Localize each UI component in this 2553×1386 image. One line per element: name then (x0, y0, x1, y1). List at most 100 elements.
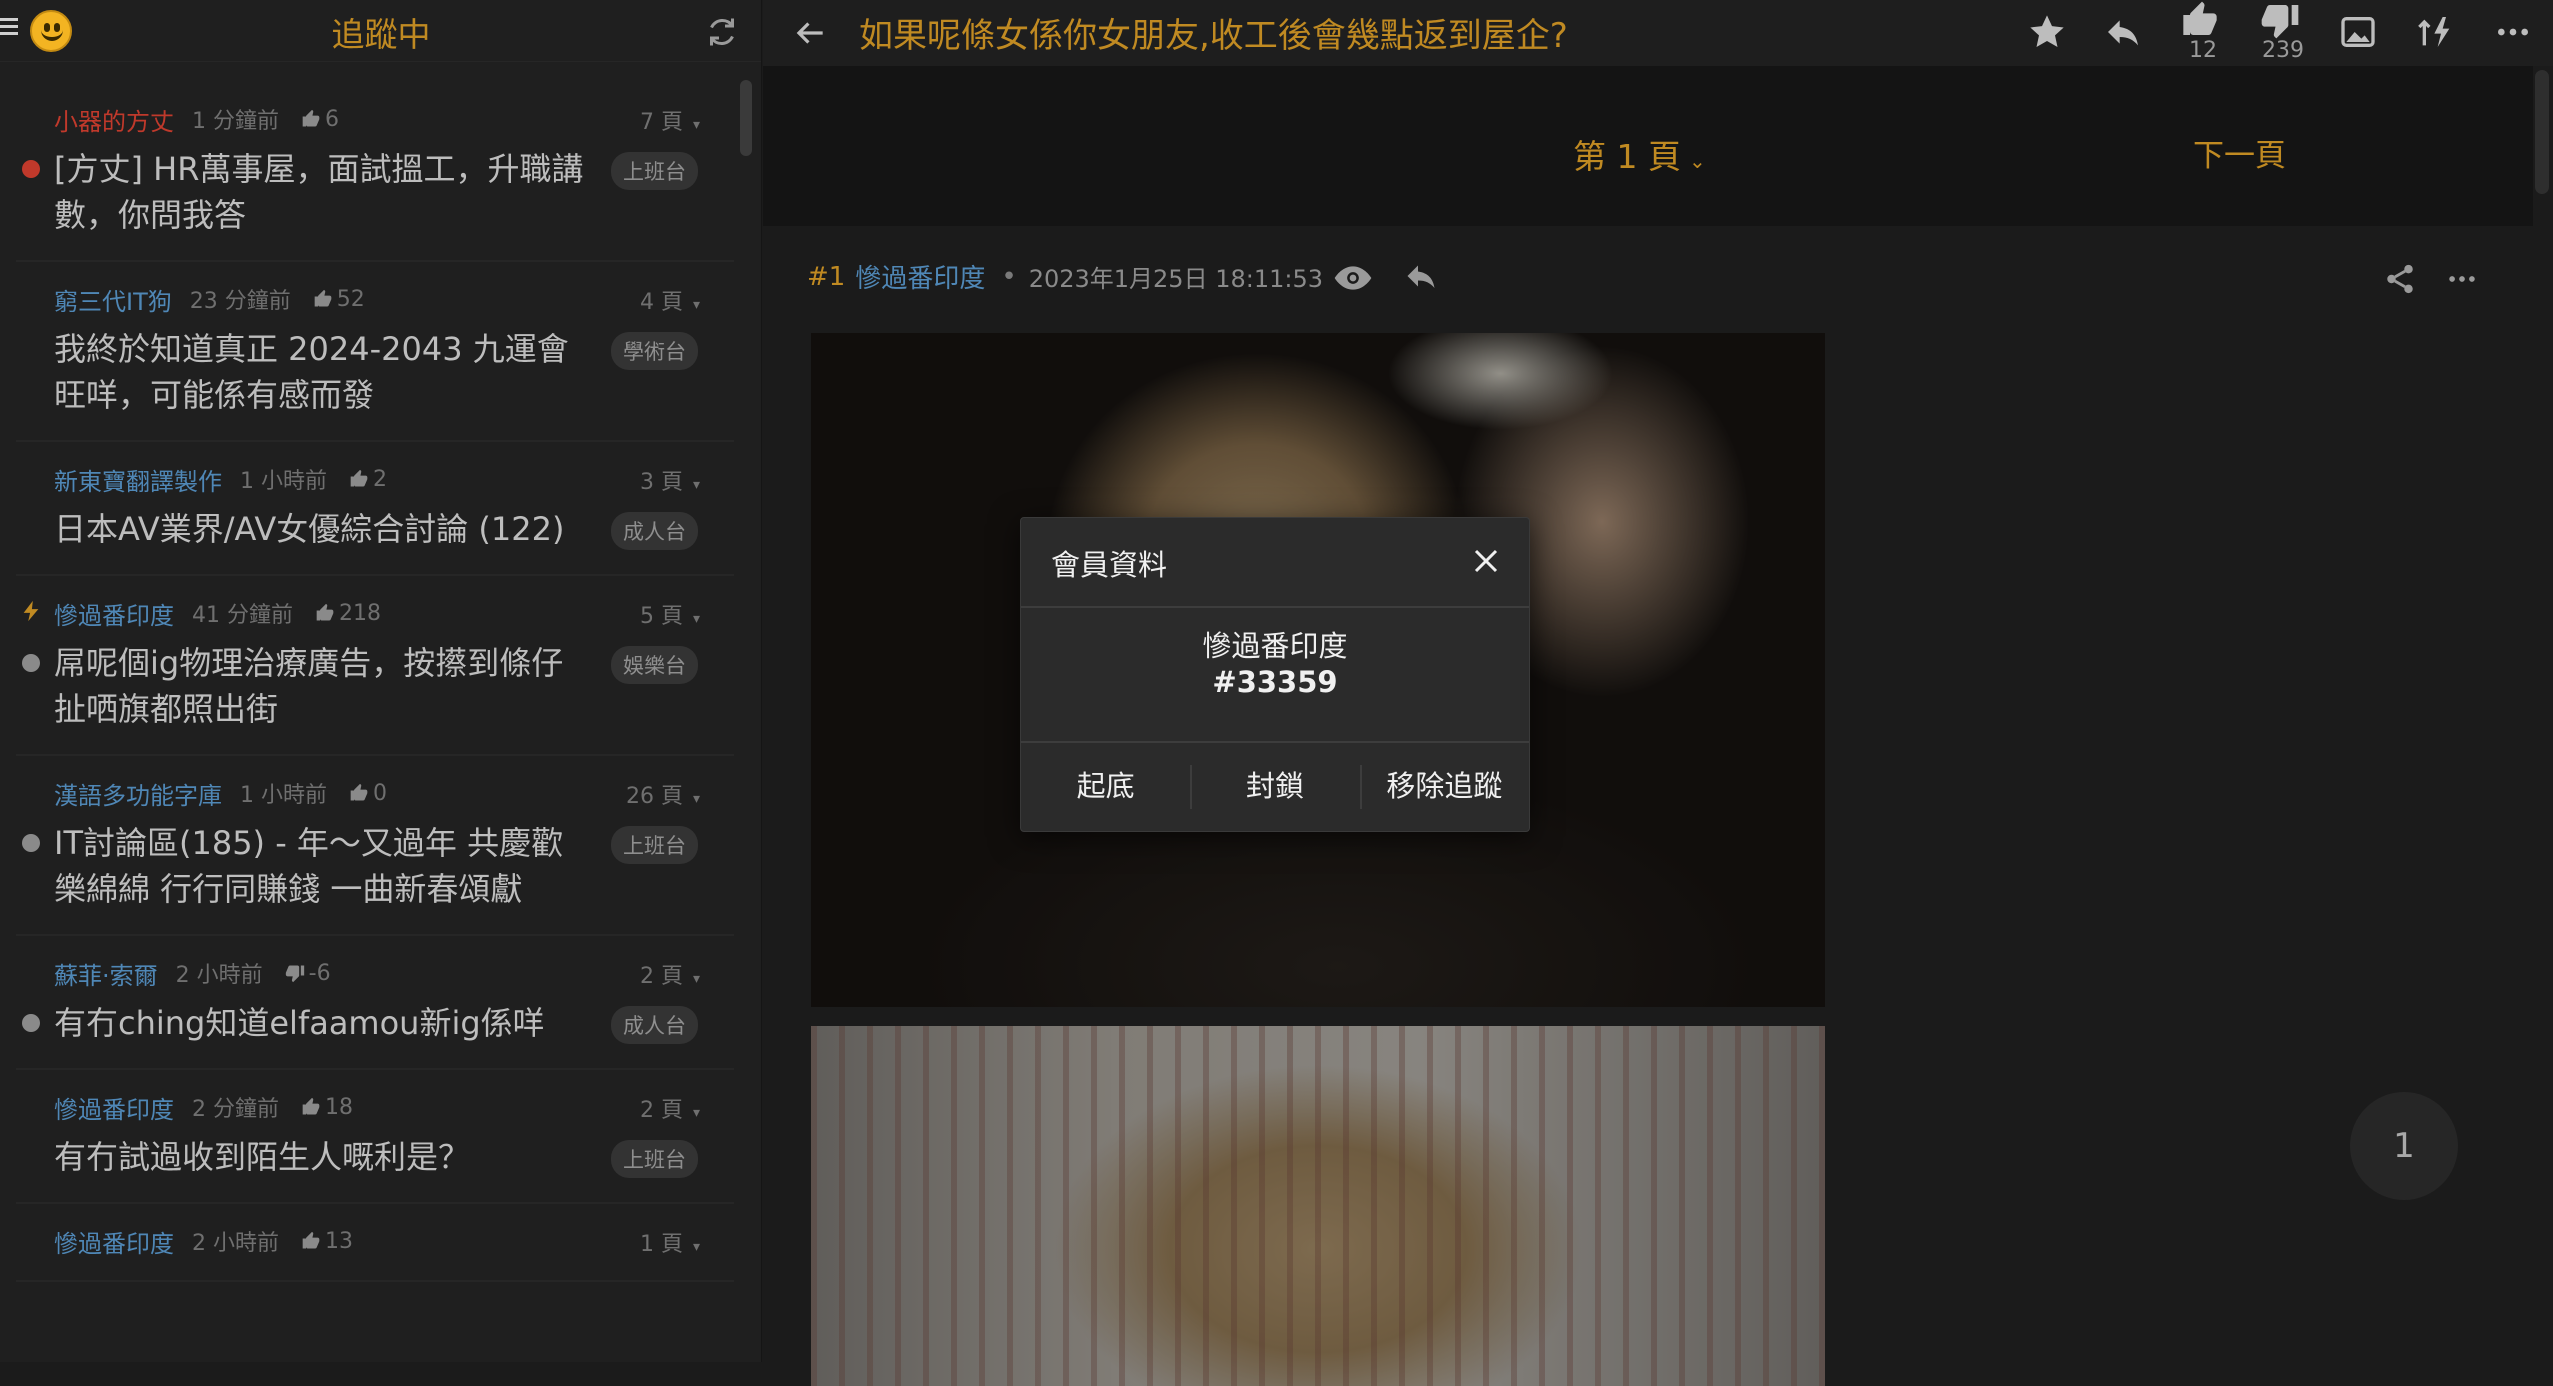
thread-title-row: 我終於知道真正 2024-2043 九運會旺咩，可能係有感而發 學術台 (16, 326, 734, 418)
thread-pages-dropdown[interactable]: 2 頁 (640, 958, 700, 990)
thumbs-down-icon (285, 965, 304, 983)
thread-meta: 慘過番印度 2 小時前 13 (16, 1224, 734, 1258)
close-icon[interactable] (1471, 546, 1501, 576)
thread-item[interactable]: 蘇菲·索爾 2 小時前 -6 2 頁有冇ching知道elfaamou新ig係咩成人台 (16, 936, 734, 1070)
post-author[interactable]: 慘過番印度 (855, 258, 985, 295)
thread-meta: 慘過番印度 2 分鐘前 18 (16, 1090, 734, 1124)
thread-title-row: [方丈] HR萬事屋，面試搵工，升職講數，你問我答 上班台 (16, 146, 734, 238)
thread-title: 如果呢條女係你女朋友,收工後會幾點返到屋企? (859, 16, 1568, 56)
floating-page-indicator[interactable]: 1 (2350, 1092, 2458, 1200)
page-select[interactable]: 第 1 頁 ⌄ (1573, 130, 1706, 178)
thread-item[interactable]: 慘過番印度 41 分鐘前 218 5 頁屌呢個ig物理治療廣告，按攃到條仔扯哂旗都照出… (16, 576, 734, 756)
thumbs-up-icon (302, 109, 320, 127)
thread-item[interactable]: 慘過番印度 2 分鐘前 18 2 頁有冇試過收到陌生人嘅利是？ 上班台 (16, 1070, 734, 1204)
block-button[interactable]: 封鎖 (1190, 743, 1359, 831)
member-info-modal: 會員資料 慘過番印度 #33359 起底 封鎖 移除追蹤 (1020, 517, 1530, 832)
member-uid: #33359 (1212, 665, 1338, 699)
next-page-link[interactable]: 下一頁 (2193, 130, 2286, 175)
thread-meta: 窮三代IT狗 23 分鐘前 52 (16, 282, 734, 316)
thread-pages-dropdown[interactable]: 2 頁 (640, 1092, 700, 1124)
topbar: 如果呢條女係你女朋友,收工後會幾點返到屋企? 12 239 (763, 0, 2553, 66)
dislike-count: 239 (2262, 38, 2304, 63)
main-scrollbar[interactable] (2535, 70, 2549, 194)
thread-title[interactable]: 有冇ching知道elfaamou新ig係咩 (54, 1000, 584, 1046)
reply-icon[interactable] (2103, 12, 2143, 52)
thread-time: 1 小時前 (240, 783, 327, 808)
thread-pages-dropdown[interactable]: 7 頁 (640, 104, 700, 136)
thread-likes: -6 (285, 961, 331, 986)
eye-icon[interactable] (1333, 258, 1373, 298)
thread-likes: 218 (315, 601, 381, 626)
sidebar-scrollbar[interactable] (740, 80, 752, 156)
thread-like-count: 218 (339, 600, 381, 626)
read-dot-icon (22, 1014, 40, 1032)
thread-time: 41 分鐘前 (192, 603, 293, 628)
thread-pages-dropdown[interactable]: 4 頁 (640, 284, 700, 316)
thread-item[interactable]: 漢語多功能字庫 1 小時前 0 26 頁 IT討論區(185) - 年～又過年 共慶歡樂… (16, 756, 734, 936)
thumbs-up-icon[interactable] (2180, 0, 2220, 40)
unfollow-button[interactable]: 移除追蹤 (1359, 743, 1529, 831)
category-badge[interactable]: 成人台 (611, 512, 698, 550)
thread-pages-dropdown[interactable]: 26 頁 (626, 778, 700, 810)
thread-item[interactable]: 新東寶翻譯製作 1 小時前 2 3 頁日本AV業界/AV女優綜合討論 (122) 成人台 (16, 442, 734, 576)
read-dot-icon (22, 654, 40, 672)
refresh-icon[interactable] (704, 14, 740, 50)
sidebar-header: 追蹤中 (0, 0, 761, 62)
sort-bolt-icon[interactable] (2416, 12, 2456, 52)
category-badge[interactable]: 學術台 (611, 332, 698, 370)
thread-like-count: 2 (373, 466, 387, 492)
thumbs-up-icon (314, 289, 332, 307)
hot-bolt-icon (23, 600, 39, 622)
thread-time: 23 分鐘前 (189, 289, 291, 314)
star-icon[interactable] (2027, 12, 2067, 52)
thread-author[interactable]: 慘過番印度 (54, 1224, 174, 1259)
dox-button[interactable]: 起底 (1021, 743, 1190, 831)
thread-title[interactable]: 我終於知道真正 2024-2043 九運會旺咩，可能係有感而發 (54, 326, 584, 418)
thread-title[interactable]: 有冇試過收到陌生人嘅利是？ (54, 1134, 584, 1180)
thread-author[interactable]: 漢語多功能字庫 (54, 776, 222, 811)
thread-meta: 蘇菲·索爾 2 小時前 -6 (16, 956, 734, 990)
thread-author[interactable]: 小器的方丈 (54, 102, 174, 137)
image-mode-icon[interactable] (2338, 12, 2378, 52)
thread-title[interactable]: 日本AV業界/AV女優綜合討論 (122) (54, 506, 584, 552)
thread-like-count: 13 (325, 1228, 353, 1254)
thread-title[interactable]: [方丈] HR萬事屋，面試搵工，升職講數，你問我答 (54, 146, 584, 238)
modal-title: 會員資料 (1051, 548, 1168, 582)
thread-pages-dropdown[interactable]: 3 頁 (640, 464, 700, 496)
thumbs-up-icon (350, 469, 368, 487)
post-more-icon[interactable] (2445, 262, 2479, 296)
category-badge[interactable]: 上班台 (611, 152, 698, 190)
thread-title[interactable]: 屌呢個ig物理治療廣告，按攃到條仔扯哂旗都照出街 (54, 640, 584, 732)
thumbs-up-icon (316, 603, 334, 621)
unread-dot-icon (22, 160, 40, 178)
sidebar: 追蹤中 小器的方丈 1 分鐘前 6 7 頁 [方丈] HR萬事屋，面試搵工，升職講數，你… (0, 0, 762, 1362)
category-badge[interactable]: 成人台 (611, 1006, 698, 1044)
category-badge[interactable]: 上班台 (611, 1140, 698, 1178)
category-badge[interactable]: 娛樂台 (611, 646, 698, 684)
thumbs-up-icon (302, 1097, 320, 1115)
share-icon[interactable] (2383, 262, 2417, 296)
back-arrow-icon[interactable] (791, 14, 829, 52)
page-select-label: 第 1 頁 (1573, 137, 1681, 176)
thread-likes: 18 (301, 1095, 353, 1120)
thread-author[interactable]: 慘過番印度 (54, 596, 174, 631)
quote-reply-icon[interactable] (1403, 258, 1439, 294)
thread-item[interactable]: 小器的方丈 1 分鐘前 6 7 頁 [方丈] HR萬事屋，面試搵工，升職講數，你問我答上… (16, 82, 734, 262)
thread-pages-dropdown[interactable]: 1 頁 (640, 1226, 700, 1258)
more-options-icon[interactable] (2493, 12, 2533, 52)
thread-item[interactable]: 窮三代IT狗 23 分鐘前 52 4 頁我終於知道真正 2024-2043 九運會旺咩… (16, 262, 734, 442)
post-datetime: 2023年1月25日 18:11:53 (1028, 265, 1323, 293)
thread-item[interactable]: 慘過番印度 2 小時前 13 1 頁 (16, 1204, 734, 1282)
thread-author[interactable]: 蘇菲·索爾 (54, 956, 158, 991)
thread-author[interactable]: 新東寶翻譯製作 (54, 462, 222, 497)
thread-author[interactable]: 慘過番印度 (54, 1090, 174, 1125)
thread-author[interactable]: 窮三代IT狗 (54, 282, 172, 317)
post-image-2[interactable] (811, 1026, 1825, 1386)
thread-likes: 52 (313, 287, 365, 312)
thread-pages-dropdown[interactable]: 5 頁 (640, 598, 700, 630)
like-count: 12 (2189, 38, 2217, 63)
thread-time: 2 小時前 (192, 1231, 279, 1256)
thumbs-down-icon[interactable] (2260, 0, 2300, 40)
thread-title[interactable]: IT討論區(185) - 年～又過年 共慶歡樂綿綿 行行同賺錢 一曲新春頌獻 (54, 820, 584, 912)
category-badge[interactable]: 上班台 (611, 826, 698, 864)
